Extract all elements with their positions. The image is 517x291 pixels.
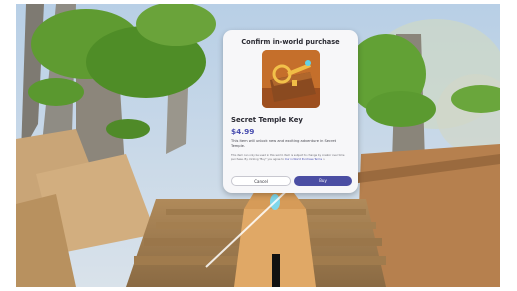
cancel-button[interactable]: Cancel: [231, 176, 291, 186]
item-image: [262, 50, 320, 108]
purchase-terms-link[interactable]: Our in-World Purchase Terms: [285, 158, 322, 161]
purchase-dialog: Confirm in-world purchase Secret Temple …: [223, 30, 358, 193]
golden-key-icon: [262, 50, 320, 108]
item-name: Secret Temple Key: [231, 116, 303, 124]
legal-notice: This item can only be used in this world…: [231, 154, 351, 161]
item-price: $4.99: [231, 127, 255, 136]
legal-chevron-icon: >: [322, 157, 326, 161]
buy-button[interactable]: Buy: [294, 176, 352, 186]
dialog-title: Confirm in-world purchase: [241, 38, 340, 46]
vr-viewport: Confirm in-world purchase Secret Temple …: [16, 4, 500, 287]
item-description: This item will unlock new and exciting a…: [231, 139, 336, 148]
